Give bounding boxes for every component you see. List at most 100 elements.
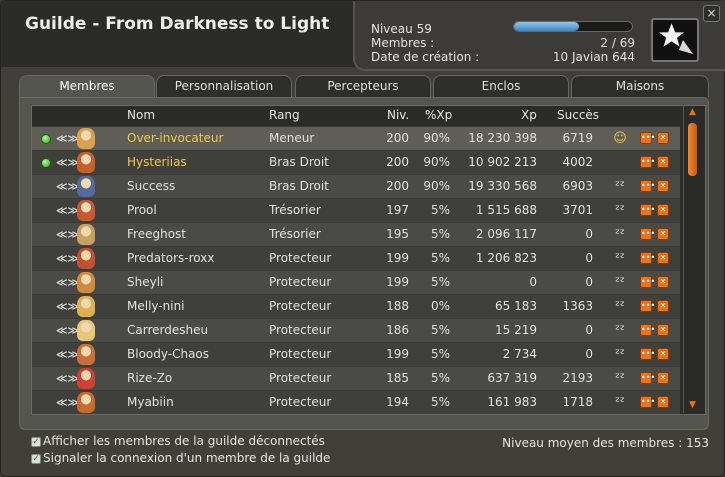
alignment-wings-icon: ≪≫ (56, 180, 80, 193)
tab-maisons[interactable]: Maisons (571, 75, 709, 97)
member-options-button[interactable]: ••• (640, 276, 655, 288)
member-name[interactable]: Bloody-Chaos (127, 343, 209, 366)
member-achievements: 0 (585, 275, 593, 289)
member-options-button[interactable]: ••• (640, 324, 655, 336)
member-achievements: 3701 (562, 203, 593, 217)
avatar (77, 320, 95, 341)
member-name[interactable]: Myabiin (127, 391, 174, 414)
member-name[interactable]: Hysteriias (127, 151, 187, 174)
member-level: 200 (386, 155, 409, 169)
member-xp-percent: 90% (423, 179, 450, 193)
member-name[interactable]: Sheyli (127, 271, 163, 294)
member-row[interactable]: ≪≫ Bloody-Chaos Protecteur 199 5% 2 734 0 ᶻᶻ •••… (32, 342, 680, 366)
member-name[interactable]: Predators-roxx (127, 247, 214, 270)
member-row[interactable]: ≪≫ Sheyli Protecteur 199 5% 0 0 ᶻᶻ ••• ✕ (32, 270, 680, 294)
column-header-xp[interactable]: Xp (521, 106, 537, 125)
kick-member-button[interactable]: ✕ (657, 156, 669, 168)
kick-member-button[interactable]: ✕ (657, 372, 669, 384)
creation-label: Date de création : (371, 50, 480, 64)
show-offline-checkbox[interactable]: ✓ (31, 437, 41, 447)
sleeping-mood-icon: ᶻᶻ (615, 275, 625, 290)
kick-member-button[interactable]: ✕ (657, 252, 669, 264)
column-header-xp-percent[interactable]: %Xp (425, 106, 452, 125)
member-name[interactable]: Over-invocateur (127, 127, 223, 150)
member-rank: Trésorier (269, 203, 321, 217)
member-name[interactable]: Prool (127, 199, 157, 222)
member-rank: Bras Droit (269, 179, 329, 193)
member-level: 199 (386, 251, 409, 265)
kick-member-button[interactable]: ✕ (657, 396, 669, 408)
member-options-button[interactable]: ••• (640, 156, 655, 168)
member-rank: Protecteur (269, 299, 332, 313)
notify-connection-checkbox[interactable]: ✓ (31, 454, 41, 464)
member-options-button[interactable]: ••• (640, 180, 655, 192)
column-header-level[interactable]: Niv. (387, 106, 409, 125)
member-rank: Protecteur (269, 347, 332, 361)
member-row[interactable]: ≪≫ Predators-roxx Protecteur 199 5% 1 206 823… (32, 246, 680, 270)
sleeping-mood-icon: ᶻᶻ (615, 323, 625, 338)
member-options-button[interactable]: ••• (640, 348, 655, 360)
member-options-button[interactable]: ••• (640, 396, 655, 408)
column-header-achievements[interactable]: Succès (557, 106, 599, 125)
alignment-wings-icon: ≪≫ (56, 300, 80, 313)
member-name[interactable]: Melly-nini (127, 295, 185, 318)
member-row[interactable]: ≪≫ Hysteriias Bras Droit 200 90% 10 902 213 40… (32, 150, 680, 174)
member-options-button[interactable]: ••• (640, 252, 655, 264)
member-row[interactable]: ≪≫ Over-invocateur Meneur 200 90% 18 230 398 6… (32, 126, 680, 150)
member-rank: Protecteur (269, 323, 332, 337)
kick-member-button[interactable]: ✕ (657, 348, 669, 360)
kick-member-button[interactable]: ✕ (657, 180, 669, 192)
member-xp: 1 515 688 (475, 203, 537, 217)
avatar (77, 176, 95, 197)
guild-level: Niveau 59 (371, 22, 432, 36)
member-row[interactable]: ≪≫ Rize-Zo Protecteur 185 5% 637 319 2193 ᶻᶻ •••… (32, 366, 680, 390)
tab-membres[interactable]: Membres (19, 75, 155, 99)
close-button[interactable]: × (703, 5, 720, 22)
member-xp: 0 (529, 275, 537, 289)
tab-percepteurs[interactable]: Percepteurs (295, 75, 431, 97)
member-name[interactable]: Carrerdesheu (127, 319, 208, 342)
member-row[interactable]: ≪≫ Success Bras Droit 200 90% 19 330 568 6903 ᶻ… (32, 174, 680, 198)
member-xp-percent: 5% (430, 275, 450, 289)
avatar (77, 296, 95, 317)
tab-bar: Membres Personnalisation Percepteurs Enc… (19, 75, 709, 99)
scrollbar-thumb[interactable] (688, 123, 697, 176)
member-rank: Bras Droit (269, 155, 329, 169)
member-options-button[interactable]: ••• (640, 132, 655, 144)
kick-member-button[interactable]: ✕ (657, 228, 669, 240)
scroll-down-icon[interactable]: ▼ (687, 401, 698, 410)
member-options-button[interactable]: ••• (640, 300, 655, 312)
kick-member-button[interactable]: ✕ (657, 276, 669, 288)
sleeping-mood-icon: ᶻᶻ (615, 203, 625, 218)
member-row[interactable]: ≪≫ Melly-nini Protecteur 188 0% 65 183 1363 ᶻᶻ •… (32, 294, 680, 318)
kick-member-button[interactable]: ✕ (657, 132, 669, 144)
member-achievements: 4002 (562, 155, 593, 169)
member-options-button[interactable]: ••• (640, 372, 655, 384)
tab-enclos[interactable]: Enclos (433, 75, 569, 97)
kick-member-button[interactable]: ✕ (657, 300, 669, 312)
member-name[interactable]: Rize-Zo (127, 367, 172, 390)
alignment-wings-icon: ≪≫ (56, 156, 80, 169)
member-level: 200 (386, 131, 409, 145)
column-header-rank[interactable]: Rang (269, 106, 300, 125)
column-header-name[interactable]: Nom (127, 106, 155, 125)
average-level: Niveau moyen des membres : 153 (502, 436, 709, 450)
kick-member-button[interactable]: ✕ (657, 204, 669, 216)
member-name[interactable]: Freeghost (127, 223, 186, 246)
member-xp: 18 230 398 (468, 131, 537, 145)
member-name[interactable]: Success (127, 175, 175, 198)
member-options-button[interactable]: ••• (640, 204, 655, 216)
tab-personnalisation[interactable]: Personnalisation (156, 75, 292, 97)
member-row[interactable]: ≪≫ Freeghost Trésorier 195 5% 2 096 117 0 ᶻᶻ •••… (32, 222, 680, 246)
member-row[interactable]: ≪≫ Carrerdesheu Protecteur 186 5% 15 219 0 ᶻᶻ ••… (32, 318, 680, 342)
scroll-up-icon[interactable]: ▲ (687, 108, 698, 117)
avatar (77, 248, 95, 269)
kick-member-button[interactable]: ✕ (657, 324, 669, 336)
member-options-button[interactable]: ••• (640, 228, 655, 240)
member-xp: 19 330 568 (468, 179, 537, 193)
online-status-icon (41, 158, 51, 168)
member-row[interactable]: ≪≫ Prool Trésorier 197 5% 1 515 688 3701 ᶻᶻ ••• ✕ (32, 198, 680, 222)
member-achievements: 0 (585, 227, 593, 241)
members-label: Membres : (371, 36, 435, 50)
member-row[interactable]: ≪≫ Myabiin Protecteur 194 5% 161 983 1718 ᶻᶻ •••… (32, 390, 680, 414)
